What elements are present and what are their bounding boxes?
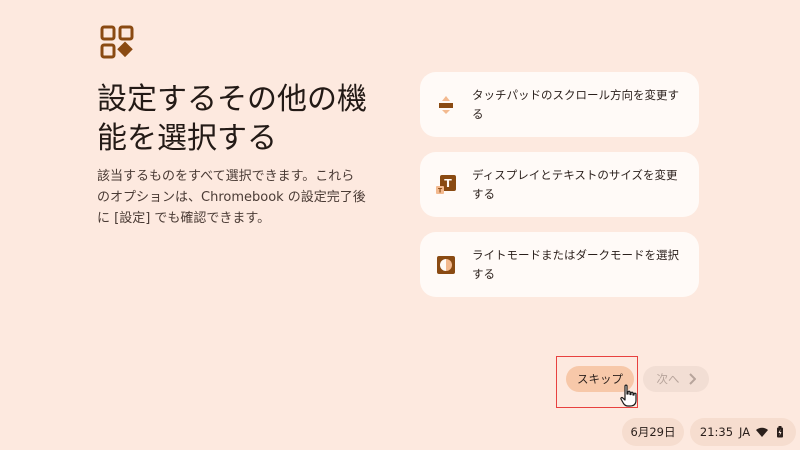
ime-indicator: JA: [739, 425, 751, 439]
touchpad-scroll-icon: [439, 96, 453, 114]
wifi-icon: [756, 427, 769, 437]
battery-icon: [777, 426, 784, 438]
chevron-right-icon: [688, 373, 696, 385]
option-label: ディスプレイとテキストのサイズを変更する: [472, 168, 678, 201]
app-grid-icon: [100, 25, 134, 59]
hand-pointer-icon: [620, 384, 637, 407]
option-card-touchpad-scroll[interactable]: タッチパッドのスクロール方向を変更する: [420, 72, 699, 137]
page-title: 設定するその他の機能を選択する: [97, 82, 367, 156]
status-tray[interactable]: 21:35 JA: [690, 418, 796, 446]
option-label: タッチパッドのスクロール方向を変更する: [472, 88, 679, 121]
option-card-light-dark-mode[interactable]: ライトモードまたはダークモードを選択する: [420, 232, 699, 297]
next-button[interactable]: 次へ: [643, 366, 709, 392]
option-card-display-text-size[interactable]: T T ディスプレイとテキストのサイズを変更する: [420, 152, 699, 217]
next-button-label: 次へ: [656, 372, 680, 386]
svg-text:T: T: [444, 177, 452, 190]
display-text-size-icon: T T: [436, 175, 456, 195]
page-description: 該当するものをすべて選択できます。これらのオプションは、Chromebook の…: [97, 169, 366, 226]
option-label: ライトモードまたはダークモードを選択する: [472, 248, 679, 281]
shelf-date[interactable]: 6月29日: [622, 418, 684, 446]
light-dark-mode-icon: [437, 256, 455, 274]
clock: 21:35: [699, 425, 734, 439]
